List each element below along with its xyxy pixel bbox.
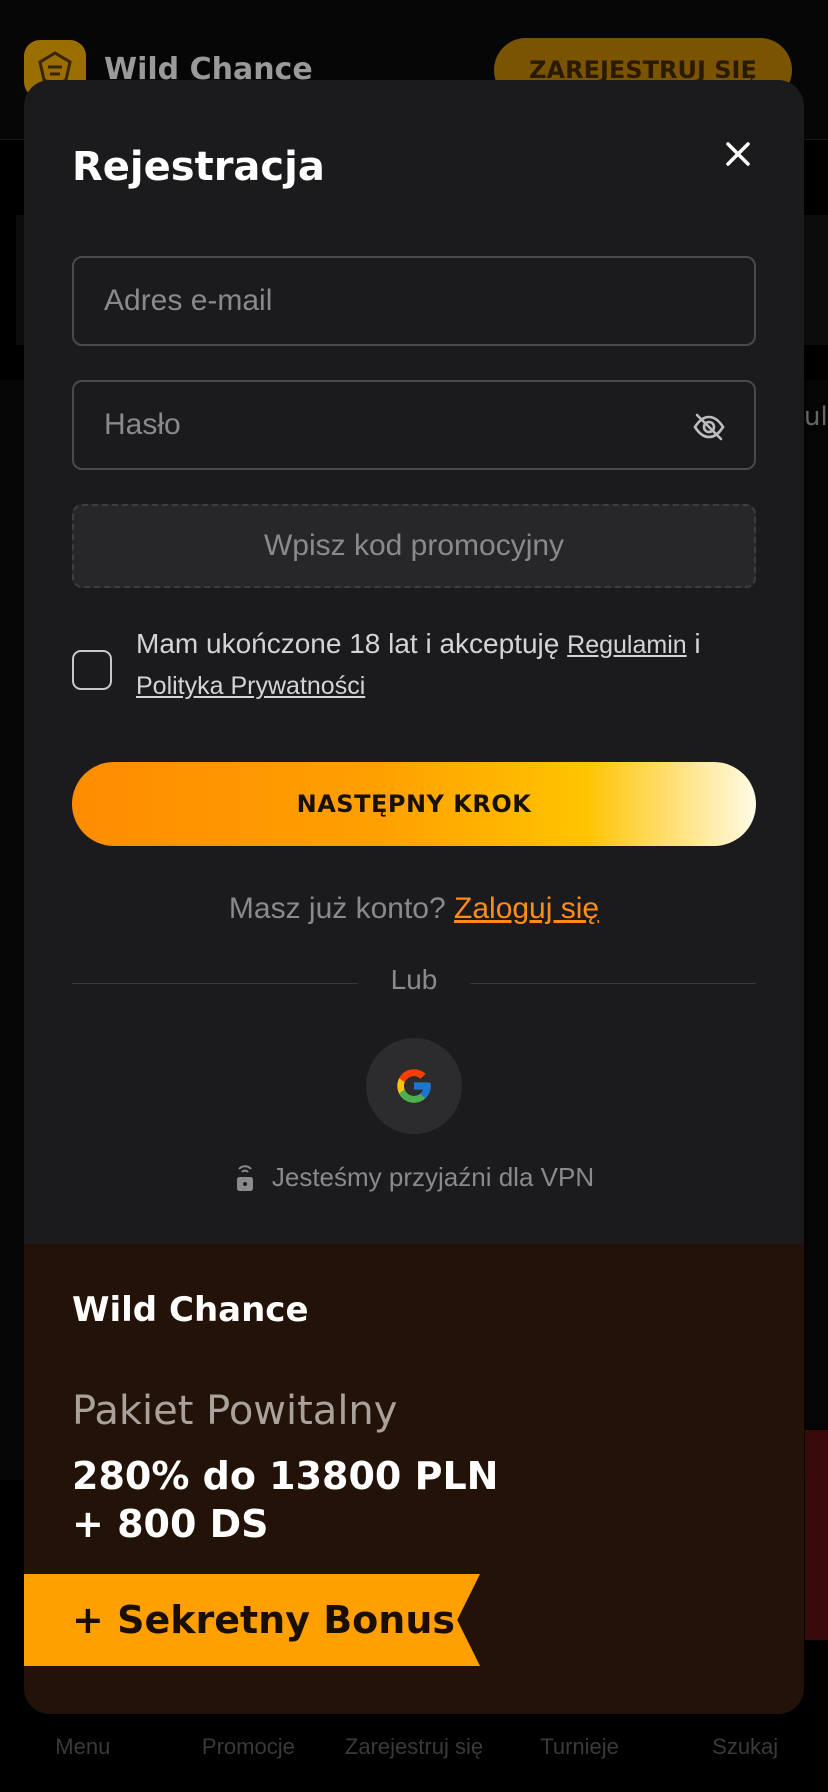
login-question: Masz już konto?: [228, 892, 455, 925]
close-button[interactable]: [716, 132, 760, 176]
nav-item-register[interactable]: Zarejestruj się: [331, 1734, 496, 1760]
nav-item-tournaments[interactable]: Turnieje: [497, 1734, 662, 1760]
registration-modal: Rejestracja Wpisz kod promocyjny Mam uko…: [24, 80, 804, 1714]
promo-kicker: Pakiet Powitalny: [72, 1388, 398, 1434]
terms-checkbox[interactable]: [72, 650, 112, 690]
bottom-nav: Menu Promocje Zarejestruj się Turnieje S…: [0, 1712, 828, 1792]
email-input[interactable]: [74, 258, 754, 344]
divider-right: [470, 983, 756, 984]
eye-off-icon: [693, 413, 725, 441]
divider-label: Lub: [390, 964, 438, 995]
modal-title: Rejestracja: [72, 144, 325, 190]
close-icon: [726, 142, 750, 166]
regulamin-link[interactable]: Regulamin: [567, 631, 687, 659]
background-peek-text: ul: [804, 402, 828, 432]
nav-item-menu[interactable]: Menu: [0, 1734, 165, 1760]
next-step-button[interactable]: NASTĘPNY KROK: [72, 762, 756, 846]
toggle-password-button[interactable]: [692, 410, 726, 444]
password-input[interactable]: [74, 382, 754, 468]
promo-offer-line1: 280% do 13800 PLN: [72, 1454, 499, 1498]
terms-prefix: Mam ukończone 18 lat i akceptuję: [136, 628, 568, 659]
nav-item-search[interactable]: Szukaj: [663, 1734, 828, 1760]
vpn-text: Jesteśmy przyjaźni dla VPN: [271, 1162, 595, 1192]
background-banner: [805, 1430, 828, 1640]
email-field: [72, 256, 756, 346]
google-login-button[interactable]: [366, 1038, 462, 1134]
page: Wild Chance ZAREJESTRUJ SIĘ ul Menu Prom…: [0, 0, 828, 1792]
promo-brand: Wild Chance: [72, 1290, 309, 1330]
secret-bonus-ribbon: + Sekretny Bonus: [24, 1574, 480, 1666]
login-prompt: Masz już konto? Zaloguj się: [24, 892, 804, 926]
promo-offer: 280% do 13800 PLN + 800 DS: [72, 1452, 498, 1548]
terms-connector: i: [686, 628, 701, 659]
password-field: [72, 380, 756, 470]
promo-offer-line2: + 800 DS: [72, 1502, 269, 1546]
vpn-notice: Jesteśmy przyjaźni dla VPN: [24, 1162, 804, 1193]
login-link[interactable]: Zaloguj się: [454, 892, 599, 925]
privacy-policy-link[interactable]: Polityka Prywatności: [136, 672, 365, 700]
google-icon: [397, 1069, 431, 1103]
nav-item-promotions[interactable]: Promocje: [166, 1734, 331, 1760]
welcome-offer-section: Wild Chance Pakiet Powitalny 280% do 138…: [24, 1244, 804, 1714]
lock-signal-icon: [236, 1164, 253, 1191]
promo-code-button[interactable]: Wpisz kod promocyjny: [72, 504, 756, 588]
terms-text: Mam ukończone 18 lat i akceptuję Regulam…: [136, 624, 746, 706]
